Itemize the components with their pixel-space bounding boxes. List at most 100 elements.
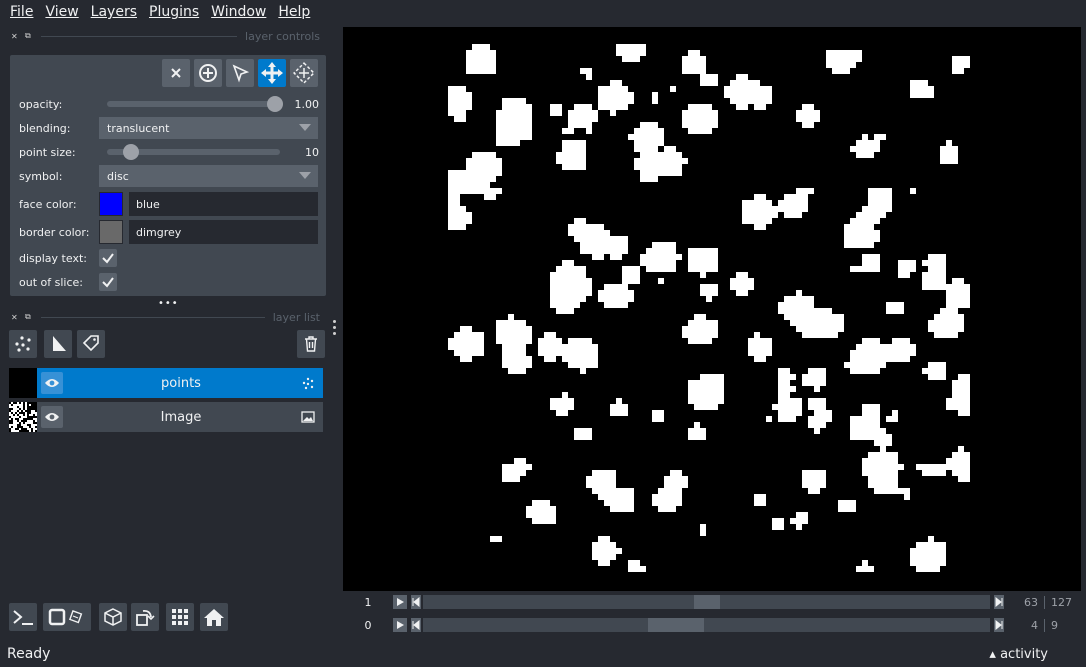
- ndisplay-button[interactable]: [43, 603, 91, 631]
- pan-zoom-button[interactable]: [258, 59, 286, 87]
- viewer-canvas[interactable]: [343, 27, 1081, 591]
- play-button[interactable]: [393, 618, 407, 632]
- layer-controls-panel: opacity: 1.00 blending: translucent poin…: [10, 55, 326, 296]
- float-dock-icon[interactable]: ⧉: [25, 312, 35, 322]
- layer-row-image[interactable]: Image: [9, 402, 323, 432]
- close-dock-icon[interactable]: ✕: [11, 32, 21, 41]
- layer-controls-title-bar: ✕ ⧉ layer controls: [0, 27, 330, 45]
- layer-list-title: layer list: [272, 310, 320, 324]
- slice-counter: 4 9: [1011, 618, 1081, 632]
- image-icon: [299, 408, 317, 426]
- layer-list-title-bar: ✕ ⧉ layer list: [0, 308, 330, 326]
- console-icon: [13, 610, 33, 625]
- display-text-row: display text:: [19, 247, 319, 269]
- menu-plugins[interactable]: Plugins: [143, 4, 205, 20]
- play-icon: [397, 598, 404, 606]
- step-back-button[interactable]: [411, 618, 421, 632]
- step-forward-button[interactable]: [994, 618, 1004, 632]
- step-back-button[interactable]: [411, 595, 421, 609]
- console-button[interactable]: [9, 603, 37, 631]
- image-blobs: [448, 44, 970, 572]
- delete-layer-button[interactable]: [297, 330, 325, 358]
- layer-controls-title: layer controls: [245, 29, 320, 43]
- layer-row-points[interactable]: points: [9, 368, 323, 398]
- add-point-icon: [199, 64, 217, 82]
- checkmark-icon: [102, 253, 114, 264]
- status-text: Ready: [7, 646, 51, 662]
- point-size-slider-handle[interactable]: [123, 144, 140, 160]
- trash-icon: [305, 336, 317, 352]
- step-back-icon: [412, 620, 420, 630]
- close-dock-icon[interactable]: ✕: [11, 313, 21, 322]
- dims-slider[interactable]: [423, 595, 990, 609]
- layer-name[interactable]: points: [63, 376, 299, 391]
- new-points-icon: [15, 336, 31, 352]
- delete-points-button[interactable]: [162, 59, 190, 87]
- dims-slider-row-0: 0 4 9: [343, 615, 1081, 635]
- dims-slider-handle[interactable]: [647, 618, 704, 632]
- out-of-slice-checkbox[interactable]: [99, 273, 117, 291]
- menu-layers[interactable]: Layers: [85, 4, 143, 20]
- slice-counter: 63 127: [1011, 595, 1081, 609]
- transform-icon: [293, 62, 315, 84]
- face-color-input[interactable]: blue: [129, 192, 318, 216]
- visibility-toggle[interactable]: [41, 372, 63, 394]
- home-button[interactable]: [200, 603, 228, 631]
- activity-button[interactable]: ▴ activity: [989, 647, 1048, 662]
- menu-view[interactable]: View: [39, 4, 84, 20]
- dims-slider-handle[interactable]: [693, 595, 720, 609]
- point-size-slider[interactable]: [107, 144, 280, 160]
- visibility-toggle[interactable]: [41, 406, 63, 428]
- point-size-label: point size:: [19, 145, 76, 159]
- menu-bar: File View Layers Plugins Window Help: [0, 0, 1086, 24]
- display-text-checkbox[interactable]: [99, 249, 117, 267]
- opacity-label: opacity:: [19, 97, 63, 111]
- splitter-handle[interactable]: [333, 320, 337, 338]
- menu-file[interactable]: File: [4, 4, 39, 20]
- blending-select[interactable]: translucent: [99, 117, 318, 139]
- transform-button[interactable]: [290, 59, 318, 87]
- blending-value: translucent: [107, 121, 170, 135]
- new-labels-icon: [82, 335, 99, 352]
- viewer-buttons: [9, 603, 339, 631]
- play-icon: [397, 621, 404, 629]
- symbol-select[interactable]: disc: [99, 165, 318, 187]
- layer-name[interactable]: Image: [63, 410, 299, 425]
- border-color-swatch[interactable]: [99, 220, 123, 244]
- float-dock-icon[interactable]: ⧉: [25, 31, 35, 41]
- layer-body[interactable]: Image: [37, 402, 323, 432]
- step-back-icon: [412, 597, 420, 607]
- face-color-text: blue: [136, 197, 160, 211]
- play-button[interactable]: [393, 595, 407, 609]
- menu-window[interactable]: Window: [205, 4, 272, 20]
- dims-slider[interactable]: [423, 618, 990, 632]
- 3d-view-button[interactable]: [99, 603, 127, 631]
- add-points-button[interactable]: [194, 59, 222, 87]
- face-color-swatch[interactable]: [99, 192, 123, 216]
- home-icon: [204, 609, 224, 626]
- pan-zoom-icon: [261, 62, 283, 84]
- roll-button[interactable]: [131, 603, 159, 631]
- title-divider: [41, 316, 265, 318]
- layer-buttons: [9, 330, 329, 358]
- new-labels-layer-button[interactable]: [77, 330, 105, 358]
- border-color-row: border color: dimgrey: [19, 219, 319, 245]
- new-shapes-layer-button[interactable]: [44, 330, 72, 358]
- opacity-value: 1.00: [294, 97, 320, 111]
- menu-help[interactable]: Help: [272, 4, 316, 20]
- layer-body[interactable]: points: [37, 368, 323, 398]
- step-forward-button[interactable]: [994, 595, 1004, 609]
- out-of-slice-label: out of slice:: [19, 275, 83, 289]
- step-forward-icon: [995, 597, 1003, 607]
- chevron-down-icon: [299, 172, 311, 179]
- new-points-layer-button[interactable]: [9, 330, 37, 358]
- grid-button[interactable]: [166, 603, 194, 631]
- symbol-label: symbol:: [19, 169, 63, 183]
- select-points-button[interactable]: [226, 59, 254, 87]
- new-shapes-icon: [53, 336, 66, 351]
- opacity-slider[interactable]: [107, 96, 284, 112]
- border-color-input[interactable]: dimgrey: [129, 220, 318, 244]
- border-color-text: dimgrey: [136, 225, 182, 239]
- border-color-label: border color:: [19, 225, 90, 239]
- points-layer-thumbnail: [9, 368, 37, 398]
